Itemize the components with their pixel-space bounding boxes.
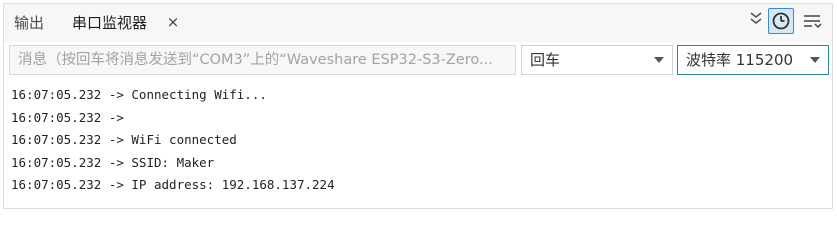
baud-rate-value: 波特率 115200: [686, 51, 794, 69]
clock-icon[interactable]: [768, 8, 794, 34]
autoscroll-lines-icon[interactable]: [802, 12, 824, 32]
chevron-double-down-icon[interactable]: [748, 10, 764, 28]
tab-output[interactable]: 输出: [14, 4, 44, 42]
line-ending-select[interactable]: 回车: [521, 45, 673, 75]
close-icon[interactable]: ×: [165, 14, 181, 30]
tab-actions: [734, 8, 824, 36]
caret-down-icon: [654, 57, 664, 63]
serial-output: 16:07:05.232 -> Connecting Wifi... 16:07…: [4, 84, 832, 197]
baud-rate-select[interactable]: 波特率 115200: [677, 45, 829, 75]
message-input[interactable]: 消息（按回车将消息发送到“COM3”上的“Waveshare ESP32-S3-…: [9, 45, 516, 75]
output-line: 16:07:05.232 -> IP address: 192.168.137.…: [11, 177, 335, 192]
output-line: 16:07:05.232 -> WiFi connected: [11, 132, 237, 147]
output-line: 16:07:05.232 ->: [11, 109, 124, 125]
line-ending-value: 回车: [530, 51, 561, 69]
tab-serial-monitor[interactable]: 串口监视器: [72, 4, 147, 42]
serial-monitor-panel: 输出 串口监视器 × 消息（按回车将消息发送到“COM3”上的“Waveshar…: [3, 3, 833, 209]
output-line: 16:07:05.232 -> Connecting Wifi...: [11, 87, 267, 102]
output-line: 16:07:05.232 -> SSID: Maker: [11, 154, 215, 170]
tab-bar: 输出 串口监视器 ×: [4, 4, 832, 42]
caret-down-icon: [810, 57, 820, 63]
serial-toolbar: 消息（按回车将消息发送到“COM3”上的“Waveshare ESP32-S3-…: [4, 42, 832, 80]
